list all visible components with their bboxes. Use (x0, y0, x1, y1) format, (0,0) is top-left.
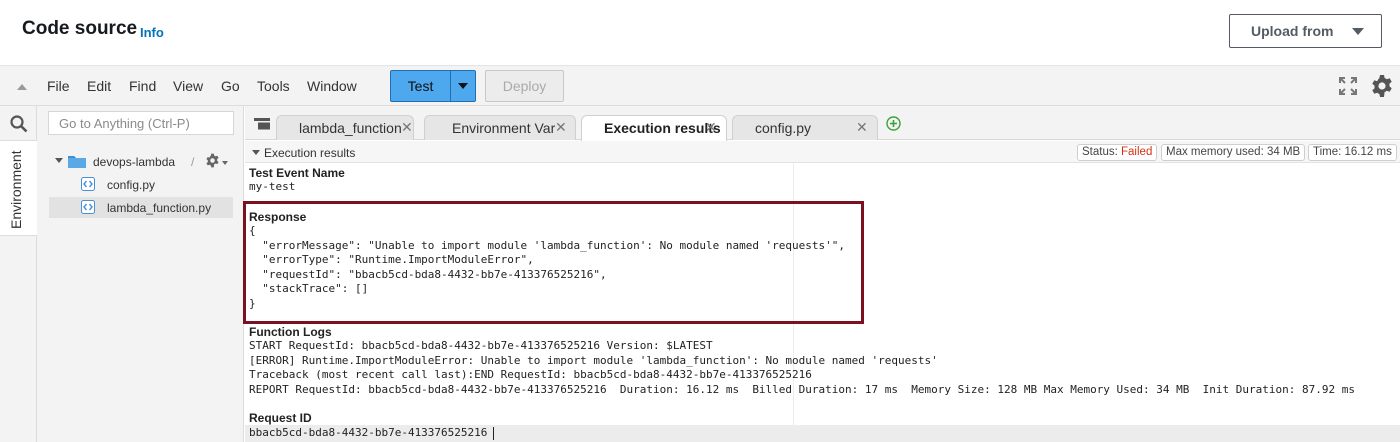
page-title: Code source (22, 18, 138, 39)
caret-down-icon (1352, 28, 1364, 35)
tree-settings-gear-icon[interactable] (205, 153, 220, 173)
memory-badge: Max memory used: 34 MB (1161, 144, 1306, 161)
tab-label: config.py (755, 120, 812, 136)
test-button[interactable]: Test (390, 70, 451, 102)
status-value: Failed (1121, 146, 1153, 158)
execution-results-header[interactable]: Execution results Status: Failed Max mem… (245, 141, 1400, 163)
test-dropdown-button[interactable] (450, 70, 476, 102)
tab-label: Execution results (604, 120, 721, 136)
left-rail: Environment (0, 106, 37, 442)
collapse-toggle-icon[interactable] (17, 84, 27, 90)
request-id-label: Request ID (249, 411, 312, 425)
tab-environment-var[interactable]: Environment Var ✕ (424, 115, 576, 140)
file-config-py[interactable]: config.py (49, 174, 233, 195)
close-tab-icon[interactable]: ✕ (555, 119, 567, 136)
code-file-icon (81, 200, 95, 219)
file-tree: devops-lambda / config.py lambda_functio… (37, 106, 244, 442)
execution-results-label: Execution results (264, 146, 356, 160)
tab-label: Environment Var (452, 120, 556, 136)
deploy-button[interactable]: Deploy (485, 70, 564, 102)
environment-tab[interactable]: Environment (0, 140, 37, 236)
file-label: config.py (107, 178, 156, 192)
test-event-name-label: Test Event Name (249, 166, 345, 180)
close-tab-icon[interactable]: ✕ (705, 119, 717, 136)
tab-execution-results[interactable]: Execution results ✕ (581, 115, 727, 141)
menu-file[interactable]: File (47, 78, 70, 94)
caret-down-icon[interactable] (222, 161, 228, 165)
menu-tools[interactable]: Tools (257, 78, 290, 94)
execution-results-panel: Execution results Status: Failed Max mem… (243, 141, 1400, 442)
caret-down-icon (458, 83, 468, 89)
tab-label: lambda_function (299, 120, 402, 136)
info-link[interactable]: Info (140, 25, 164, 40)
settings-gear-icon[interactable] (1370, 74, 1394, 103)
log-line: START RequestId: bbacb5cd-bda8-4432-bb7e… (249, 339, 713, 352)
collapse-triangle-icon[interactable] (252, 150, 260, 155)
file-label: lambda_function.py (107, 201, 212, 215)
code-file-icon (81, 177, 95, 196)
response-highlight-box (243, 201, 864, 324)
page-header: Code source Info Upload from (0, 0, 1400, 66)
expand-triangle-icon[interactable] (55, 158, 63, 163)
folder-icon (67, 153, 87, 174)
tab-menu-icon[interactable] (254, 117, 270, 135)
folder-path: / (191, 155, 195, 169)
menu-window[interactable]: Window (307, 78, 357, 94)
menu-edit[interactable]: Edit (87, 78, 111, 94)
add-tab-icon[interactable] (886, 116, 901, 136)
editor-tabbar: lambda_function ✕ Environment Var ✕ Exec… (245, 106, 1400, 141)
log-line: [ERROR] Runtime.ImportModuleError: Unabl… (249, 353, 938, 367)
function-logs-label: Function Logs (249, 325, 332, 339)
menu-find[interactable]: Find (129, 78, 156, 94)
search-icon[interactable] (10, 115, 28, 138)
upload-from-label: Upload from (1251, 23, 1334, 39)
upload-from-button[interactable]: Upload from (1229, 14, 1382, 48)
menu-view[interactable]: View (173, 78, 203, 94)
ide-menubar: File Edit Find View Go Tools Window Test… (0, 66, 1400, 106)
environment-tab-label: Environment (8, 150, 24, 229)
text-cursor (493, 427, 494, 440)
time-badge: Time: 16.12 ms (1308, 144, 1397, 161)
close-tab-icon[interactable]: ✕ (856, 119, 868, 136)
status-badge: Status: Failed (1077, 144, 1158, 161)
go-to-anything-input[interactable] (48, 111, 234, 135)
log-line: Traceback (most recent call last):END Re… (249, 368, 812, 381)
menu-go[interactable]: Go (221, 78, 240, 94)
tab-config-py[interactable]: config.py ✕ (732, 115, 878, 140)
close-tab-icon[interactable]: ✕ (401, 119, 413, 136)
log-line: REPORT RequestId: bbacb5cd-bda8-4432-bb7… (249, 382, 1355, 396)
status-label: Status: (1082, 146, 1118, 158)
folder-name: devops-lambda (93, 155, 176, 169)
file-lambda-function-py[interactable]: lambda_function.py (49, 197, 233, 218)
test-event-name-value: my-test (249, 180, 296, 193)
fullscreen-icon[interactable] (1338, 76, 1358, 101)
tab-lambda-function[interactable]: lambda_function ✕ (276, 115, 414, 140)
request-id-value[interactable]: bbacb5cd-bda8-4432-bb7e-413376525216 (249, 426, 487, 441)
